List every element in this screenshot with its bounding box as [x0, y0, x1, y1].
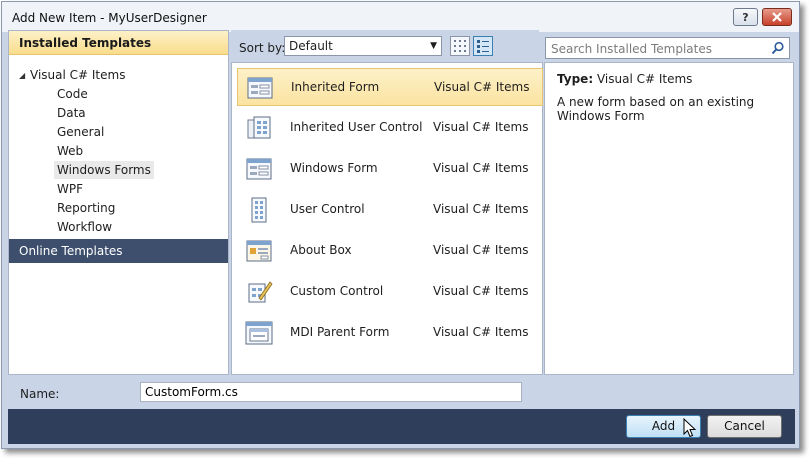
type-label: Type: [557, 72, 594, 86]
dialog-footer: Add Cancel [8, 409, 795, 444]
expand-arrow-icon[interactable]: ◢ [19, 71, 30, 80]
close-icon [772, 12, 782, 22]
tree-item-web[interactable]: Web [54, 142, 86, 160]
template-name: User Control [290, 202, 365, 216]
tree-item-wpf[interactable]: WPF [54, 180, 86, 198]
type-row: Type: Visual C# Items [557, 72, 692, 86]
template-row-mdi-parent-form[interactable]: MDI Parent Form Visual C# Items [237, 314, 543, 352]
template-categories-panel: Installed Templates ◢ Visual C# Items Co… [8, 30, 229, 375]
template-category: Visual C# Items [434, 80, 530, 94]
template-name: MDI Parent Form [290, 325, 390, 339]
template-name: About Box [290, 243, 352, 257]
tree-item-reporting[interactable]: Reporting [54, 199, 118, 217]
template-category: Visual C# Items [433, 243, 529, 257]
medium-icons-view-button[interactable] [473, 36, 493, 56]
online-templates-bar[interactable]: Online Templates [9, 239, 228, 263]
custom-control-icon [248, 281, 273, 303]
template-details-panel: Type: Visual C# Items A new form based o… [544, 62, 794, 375]
template-row-windows-form[interactable]: Windows Form Visual C# Items [237, 150, 543, 188]
template-name: Inherited User Control [290, 120, 423, 134]
tree-item-data[interactable]: Data [54, 104, 89, 122]
name-field-row: Name: [8, 377, 795, 407]
template-name: Custom Control [290, 284, 384, 298]
sort-by-dropdown[interactable]: Default ▼ [284, 36, 442, 56]
inherited-form-icon [247, 77, 273, 99]
online-templates-label: Online Templates [19, 244, 123, 258]
search-installed-templates-input[interactable]: Search Installed Templates [545, 37, 790, 59]
installed-templates-label: Installed Templates [19, 36, 152, 50]
template-category: Visual C# Items [433, 325, 529, 339]
tree-item-code[interactable]: Code [54, 85, 91, 103]
small-icons-view-icon [454, 40, 466, 52]
template-name: Inherited Form [291, 80, 380, 94]
inherited-user-control-icon [247, 116, 271, 139]
template-row-inherited-user-control[interactable]: Inherited User Control Visual C# Items [237, 109, 543, 147]
mdi-parent-form-icon [245, 321, 273, 345]
template-row-inherited-form[interactable]: Inherited Form Visual C# Items [237, 68, 543, 106]
windows-form-icon [246, 158, 272, 180]
window-title: Add New Item - MyUserDesigner [12, 11, 207, 25]
user-control-icon [251, 197, 267, 223]
sort-toolbar: Sort by: Default ▼ [231, 30, 539, 62]
sort-by-value: Default [289, 39, 333, 53]
template-category: Visual C# Items [433, 120, 529, 134]
tree-item-windows-forms[interactable]: Windows Forms [54, 161, 154, 179]
tree-root-label: Visual C# Items [30, 68, 126, 82]
small-icons-view-button[interactable] [450, 36, 470, 56]
tree-item-general[interactable]: General [54, 123, 107, 141]
help-icon: ? [742, 10, 749, 24]
tree-item-workflow[interactable]: Workflow [54, 218, 115, 236]
help-button[interactable]: ? [733, 8, 758, 26]
template-category: Visual C# Items [433, 202, 529, 216]
name-label: Name: [20, 387, 60, 401]
template-name: Windows Form [290, 161, 378, 175]
search-icon[interactable] [771, 41, 785, 55]
search-placeholder: Search Installed Templates [551, 42, 712, 56]
template-row-about-box[interactable]: About Box Visual C# Items [237, 232, 543, 270]
about-box-icon [246, 240, 272, 262]
template-description: A new form based on an existing Windows … [557, 95, 755, 123]
mouse-cursor-icon [683, 418, 697, 438]
close-button[interactable] [762, 8, 792, 26]
sort-by-label: Sort by: [239, 41, 286, 55]
name-input[interactable] [140, 382, 522, 402]
cancel-button[interactable]: Cancel [707, 415, 782, 438]
type-value: Visual C# Items [596, 72, 693, 86]
title-bar: Add New Item - MyUserDesigner ? [2, 2, 799, 32]
template-category: Visual C# Items [433, 161, 529, 175]
template-row-user-control[interactable]: User Control Visual C# Items [237, 191, 543, 229]
add-new-item-dialog: Add New Item - MyUserDesigner ? Installe… [1, 1, 800, 449]
template-row-custom-control[interactable]: Custom Control Visual C# Items [237, 273, 543, 311]
dropdown-arrow-icon: ▼ [430, 41, 437, 51]
template-category: Visual C# Items [433, 284, 529, 298]
templates-list: Inherited Form Visual C# Items Inherited… [231, 62, 543, 375]
tree-root-visual-csharp[interactable]: ◢ Visual C# Items [19, 66, 125, 84]
installed-templates-header[interactable]: Installed Templates [9, 31, 228, 55]
medium-icons-view-icon [477, 40, 489, 53]
